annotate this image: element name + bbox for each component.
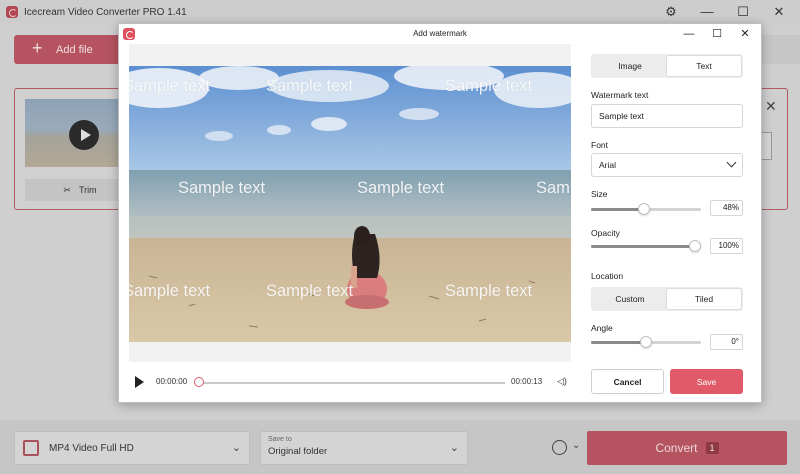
save-button[interactable]: Save <box>670 369 743 394</box>
volume-icon[interactable]: ◁) <box>557 376 567 387</box>
opacity-slider-thumb[interactable] <box>689 240 701 252</box>
plus-icon: + <box>32 38 43 58</box>
format-label: MP4 Video Full HD <box>49 442 134 454</box>
add-file-button[interactable]: + Add file <box>14 35 132 64</box>
app-titlebar: Icecream Video Converter PRO 1.41 ⚙ — ☐ … <box>0 0 800 24</box>
watermark-text: Sample text <box>266 77 354 95</box>
add-file-label: Add file <box>56 43 93 56</box>
save-to-caption: Save to <box>268 436 292 443</box>
video-preview: Sample text Sample text Sample text Samp… <box>129 44 571 362</box>
watermark-text-label: Watermark text <box>591 90 649 100</box>
convert-button[interactable]: Convert 1 <box>587 431 787 465</box>
app-title: Icecream Video Converter PRO 1.41 <box>24 6 187 18</box>
location-custom[interactable]: Custom <box>593 289 667 309</box>
end-time: 00:00:13 <box>511 377 543 386</box>
chevron-down-icon: ⌄ <box>449 442 459 454</box>
opacity-label: Opacity <box>591 228 620 238</box>
angle-value-box[interactable]: 0° <box>710 334 743 350</box>
size-slider-thumb[interactable] <box>638 203 650 215</box>
format-select[interactable]: MP4 Video Full HD ⌄ <box>14 431 250 465</box>
watermark-settings-panel: Image Text Watermark text Sample text Fo… <box>591 24 751 402</box>
play-icon[interactable] <box>69 120 99 150</box>
maximize-icon[interactable]: ☐ <box>732 2 754 22</box>
toolbar-right-area <box>760 35 800 64</box>
watermark-text: Sample text <box>536 179 571 197</box>
watermark-text: Sample text <box>129 282 211 300</box>
play-icon[interactable] <box>135 376 144 388</box>
add-watermark-dialog: Add watermark — ☐ ✕ Sample text Sample t… <box>118 23 762 403</box>
angle-slider-fill <box>591 341 646 344</box>
font-select[interactable]: Arial <box>591 153 743 177</box>
font-value: Arial <box>599 160 617 170</box>
watermark-text: Sample text <box>357 179 445 197</box>
watermark-text: Sample text <box>129 77 211 95</box>
angle-slider-thumb[interactable] <box>640 336 652 348</box>
size-value-box[interactable]: 48% <box>710 200 743 216</box>
watermark-text: Sample text <box>445 77 533 95</box>
settings-gear-icon[interactable]: ⚙ <box>660 2 682 22</box>
size-slider[interactable] <box>591 203 701 215</box>
cancel-button[interactable]: Cancel <box>591 369 664 394</box>
opacity-slider-fill <box>591 245 701 248</box>
player-controls: 00:00:00 00:00:13 ◁) <box>129 372 571 392</box>
current-time: 00:00:00 <box>156 377 188 386</box>
opacity-slider[interactable] <box>591 240 701 252</box>
seek-track[interactable] <box>199 382 505 384</box>
angle-label: Angle <box>591 323 613 333</box>
remove-file-close-icon[interactable]: ✕ <box>765 98 777 115</box>
scissors-icon: ✂ <box>63 184 71 195</box>
size-slider-fill <box>591 208 644 211</box>
watermark-text: Sample text <box>445 282 533 300</box>
font-label: Font <box>591 140 609 150</box>
chevron-down-icon <box>726 157 737 168</box>
location-label: Location <box>591 271 624 281</box>
location-tiled[interactable]: Tiled <box>667 289 741 309</box>
tab-text[interactable]: Text <box>667 56 741 76</box>
seek-knob[interactable] <box>194 377 204 387</box>
app-window-controls: ⚙ — ☐ ✕ <box>660 2 790 22</box>
opacity-value-box[interactable]: 100% <box>710 238 743 254</box>
location-tabs: Custom Tiled <box>591 287 743 311</box>
watermark-type-tabs: Image Text <box>591 54 743 78</box>
chevron-down-icon[interactable]: ⌄ <box>572 440 580 451</box>
chevron-down-icon: ⌄ <box>231 442 241 454</box>
app-logo-icon <box>6 6 18 18</box>
convert-count-badge: 1 <box>705 442 719 454</box>
convert-label: Convert <box>655 441 698 455</box>
angle-slider[interactable] <box>591 336 701 348</box>
trim-label: Trim <box>78 185 97 195</box>
film-icon <box>23 440 39 456</box>
video-frame: Sample text Sample text Sample text Samp… <box>129 66 571 342</box>
minimize-icon[interactable]: — <box>696 2 718 22</box>
save-to-value: Original folder <box>268 446 328 457</box>
close-icon[interactable]: ✕ <box>768 2 790 22</box>
schedule-clock-icon[interactable] <box>552 440 567 455</box>
watermark-text: Sample text <box>266 282 354 300</box>
tab-image[interactable]: Image <box>593 56 667 76</box>
size-label: Size <box>591 189 608 199</box>
save-to-select[interactable]: Save to Original folder ⌄ <box>260 431 468 465</box>
watermark-text: Sample text <box>178 179 266 197</box>
watermark-text-input[interactable]: Sample text <box>591 104 743 128</box>
